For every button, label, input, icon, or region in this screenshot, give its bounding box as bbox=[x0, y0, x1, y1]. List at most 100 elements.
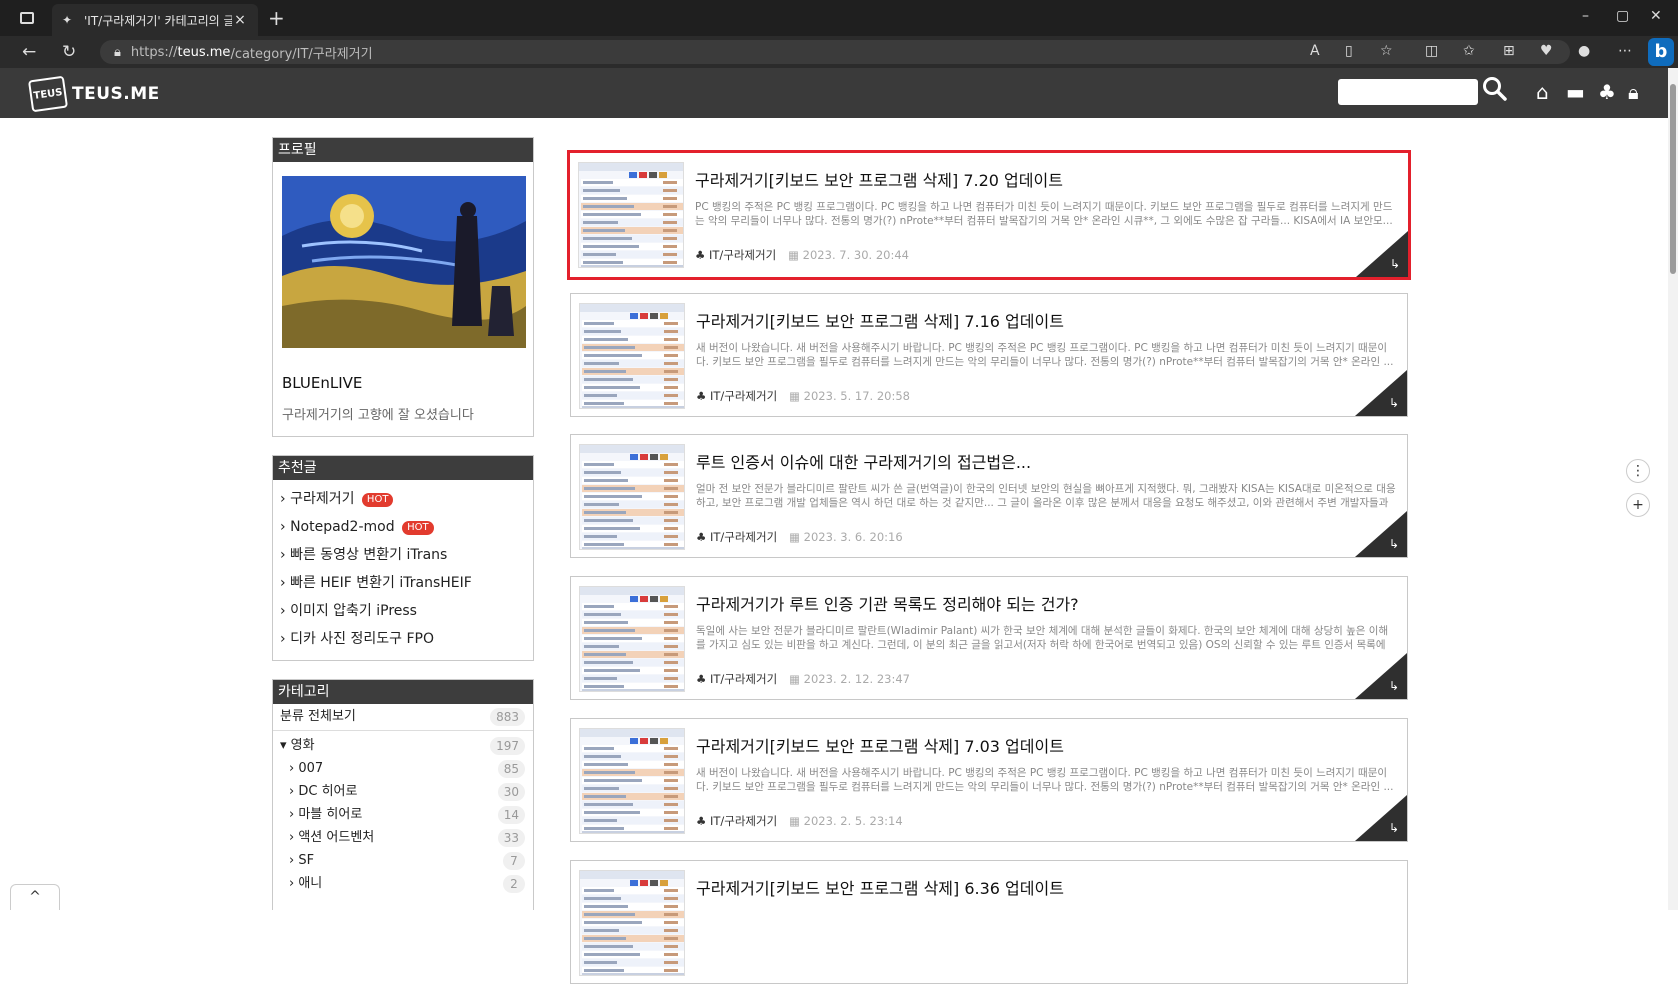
post-excerpt: 새 버전이 나왔습니다. 새 버전을 사용해주시기 바랍니다. PC 뱅킹의 주… bbox=[696, 342, 1394, 368]
read-more-arrow-icon[interactable]: ↳ bbox=[1389, 679, 1399, 693]
post-category[interactable]: ♣ IT/구라제거기 bbox=[695, 247, 776, 263]
post-meta: ♣ IT/구라제거기 ▦ 2023. 2. 12. 23:47 bbox=[696, 671, 910, 687]
browser-tab-bar: ✦ 'IT/구라제거기' 카테고리의 글 목 × + – ▢ ✕ bbox=[0, 0, 1678, 36]
read-aloud-icon[interactable]: A bbox=[1310, 43, 1320, 59]
category-item[interactable]: › 마블 히어로 14 bbox=[273, 804, 533, 827]
zoom-plus-button[interactable]: + bbox=[1626, 493, 1650, 517]
favorites-icon[interactable]: ✩ bbox=[1463, 43, 1475, 59]
post-card[interactable]: 루트 인증서 이슈에 대한 구라제거기의 접근법은... 얼마 전 보안 전문가 … bbox=[570, 434, 1408, 558]
home-icon[interactable]: ⌂ bbox=[1536, 80, 1549, 104]
post-thumbnail[interactable] bbox=[579, 444, 685, 550]
recommended-item[interactable]: › 빠른 HEIF 변환기 iTransHEIF bbox=[280, 570, 533, 598]
caret-down-icon: ▾ bbox=[280, 738, 287, 753]
recommended-item-label: 빠른 동영상 변환기 iTrans bbox=[290, 547, 448, 563]
category-item[interactable]: › SF 7 bbox=[273, 850, 533, 873]
read-more-arrow-icon[interactable]: ↳ bbox=[1389, 537, 1399, 551]
category-all-link[interactable]: 분류 전체보기 883 bbox=[273, 704, 533, 731]
more-menu-icon[interactable]: ⋯ bbox=[1618, 43, 1632, 59]
page-scrollbar-thumb[interactable] bbox=[1670, 84, 1676, 274]
profile-avatar-icon[interactable]: ● bbox=[1578, 43, 1590, 59]
lock-admin-icon[interactable]: 🔒︎ bbox=[1628, 80, 1639, 104]
back-icon[interactable]: ← bbox=[22, 42, 36, 62]
qr-share-button[interactable]: ⋮ bbox=[1626, 459, 1650, 483]
post-thumbnail[interactable] bbox=[578, 162, 684, 268]
recommended-item[interactable]: › 구라제거기 HOT bbox=[280, 486, 533, 514]
scroll-top-button[interactable]: ^ bbox=[10, 884, 60, 910]
category-group-movies[interactable]: ▾ 영화 197 bbox=[273, 735, 533, 758]
category-item-label: DC 히어로 bbox=[298, 784, 358, 799]
site-header: TEUS TEUS.ME ⌂ ▬ ♣ 🔒︎ bbox=[0, 68, 1668, 118]
restore-button[interactable]: ▢ bbox=[1616, 8, 1629, 24]
category-item-label: 애니 bbox=[298, 876, 323, 891]
recommended-item-label: 디카 사진 정리도구 FPO bbox=[290, 631, 434, 647]
read-more-arrow-icon[interactable]: ↳ bbox=[1390, 257, 1400, 271]
tab-actions-icon[interactable] bbox=[20, 12, 34, 24]
post-title[interactable]: 구라제거기[키보드 보안 프로그램 삭제] 7.16 업데이트 bbox=[696, 308, 1064, 332]
refresh-icon[interactable]: ↻ bbox=[62, 42, 76, 62]
new-tab-button[interactable]: + bbox=[268, 6, 285, 30]
post-corner[interactable] bbox=[1355, 370, 1407, 416]
browser-tab[interactable]: ✦ 'IT/구라제거기' 카테고리의 글 목 × bbox=[52, 4, 258, 36]
category-count: 33 bbox=[497, 829, 525, 847]
post-thumbnail[interactable] bbox=[579, 728, 685, 834]
category-item[interactable]: › 007 85 bbox=[273, 758, 533, 781]
category-item[interactable]: › 액션 어드벤처 33 bbox=[273, 827, 533, 850]
site-logo[interactable]: TEUS TEUS.ME bbox=[27, 75, 160, 113]
post-corner[interactable] bbox=[1356, 231, 1408, 277]
category-item[interactable]: › DC 히어로 30 bbox=[273, 781, 533, 804]
close-window-button[interactable]: ✕ bbox=[1650, 8, 1662, 24]
profile-description: 구라제거기의 고향에 잘 오셨습니다 bbox=[282, 408, 474, 423]
hot-badge: HOT bbox=[361, 493, 394, 507]
category-item-label: 007 bbox=[298, 761, 324, 776]
profile-name: BLUEnLIVE bbox=[282, 374, 363, 392]
hot-badge: HOT bbox=[402, 521, 434, 535]
post-category[interactable]: ♣ IT/구라제거기 bbox=[696, 671, 777, 687]
recommended-item[interactable]: › 이미지 압축기 iPress bbox=[280, 598, 533, 626]
post-card[interactable]: 구라제거기[키보드 보안 프로그램 삭제] 7.16 업데이트새 버전이 나왔습… bbox=[570, 293, 1408, 417]
search-icon[interactable] bbox=[1482, 76, 1508, 102]
recommended-item[interactable]: › 디카 사진 정리도구 FPO bbox=[280, 626, 533, 654]
post-title[interactable]: 구라제거기[키보드 보안 프로그램 삭제] 7.20 업데이트 bbox=[695, 167, 1063, 191]
read-more-arrow-icon[interactable]: ↳ bbox=[1389, 396, 1399, 410]
post-category[interactable]: ♣ IT/구라제거기 bbox=[696, 388, 777, 404]
post-card[interactable]: 구라제거기가 루트 인증 기관 목록도 정리해야 되는 건가? 독일에 사는 보안… bbox=[570, 576, 1408, 700]
post-meta: ♣ IT/구라제거기 ▦ 2023. 5. 17. 20:58 bbox=[696, 388, 910, 404]
split-screen-icon[interactable]: ◫ bbox=[1425, 43, 1438, 59]
read-more-arrow-icon[interactable]: ↳ bbox=[1389, 821, 1399, 835]
collections-icon[interactable]: ⊞ bbox=[1503, 43, 1515, 59]
post-title[interactable]: 구라제거기[키보드 보안 프로그램 삭제] 7.03 업데이트 bbox=[696, 733, 1064, 757]
recommended-item[interactable]: › Notepad2-mod HOT bbox=[280, 514, 533, 542]
bing-copilot-button[interactable]: b bbox=[1648, 38, 1674, 66]
post-thumbnail[interactable] bbox=[579, 586, 685, 692]
post-title[interactable]: 구라제거기가 루트 인증 기관 목록도 정리해야 되는 건가? bbox=[696, 591, 1079, 615]
category-item-label: 마블 히어로 bbox=[298, 807, 363, 822]
favorite-star-icon[interactable]: ☆ bbox=[1380, 43, 1393, 59]
minimize-button[interactable]: – bbox=[1582, 8, 1589, 24]
logo-text: TEUS.ME bbox=[72, 84, 160, 104]
post-card[interactable]: 구라제거기[키보드 보안 프로그램 삭제] 6.36 업데이트 bbox=[570, 860, 1408, 984]
category-count: 2 bbox=[503, 875, 525, 893]
reader-mode-icon[interactable]: ▯ bbox=[1345, 43, 1353, 59]
post-thumbnail[interactable] bbox=[579, 870, 685, 976]
tab-close-icon[interactable]: × bbox=[232, 12, 248, 28]
post-corner[interactable] bbox=[1355, 511, 1407, 557]
post-title[interactable]: 구라제거기[키보드 보안 프로그램 삭제] 6.36 업데이트 bbox=[696, 875, 1064, 899]
folder-icon[interactable]: ▬ bbox=[1566, 80, 1585, 104]
search-input[interactable] bbox=[1338, 79, 1478, 105]
post-category[interactable]: ♣ IT/구라제거기 bbox=[696, 529, 777, 545]
post-corner[interactable] bbox=[1355, 653, 1407, 699]
category-item[interactable]: › 애니 2 bbox=[273, 873, 533, 896]
post-card[interactable]: 구라제거기[키보드 보안 프로그램 삭제] 7.20 업데이트 PC 뱅킹의 주적… bbox=[567, 150, 1411, 280]
post-excerpt: 독일에 사는 보안 전문가 블라디미르 팔란트(Wladimir Palant)… bbox=[696, 625, 1389, 651]
guestbook-icon[interactable]: ♣ bbox=[1598, 80, 1616, 104]
recommended-item-label: 빠른 HEIF 변환기 iTransHEIF bbox=[290, 575, 472, 591]
recommended-item[interactable]: › 빠른 동영상 변환기 iTrans bbox=[280, 542, 533, 570]
extensions-icon[interactable]: ♥ bbox=[1540, 43, 1553, 59]
post-thumbnail[interactable] bbox=[579, 303, 685, 409]
post-category[interactable]: ♣ IT/구라제거기 bbox=[696, 813, 777, 829]
profile-heading: 프로필 bbox=[273, 138, 533, 162]
post-title[interactable]: 루트 인증서 이슈에 대한 구라제거기의 접근법은... bbox=[696, 449, 1031, 473]
post-excerpt: 얼마 전 보안 전문가 블라디미르 팔란트 씨가 쓴 글(번역글)이 한국의 인… bbox=[696, 483, 1396, 509]
post-corner[interactable] bbox=[1355, 795, 1407, 841]
post-card[interactable]: 구라제거기[키보드 보안 프로그램 삭제] 7.03 업데이트 새 버전이 나왔습… bbox=[570, 718, 1408, 842]
